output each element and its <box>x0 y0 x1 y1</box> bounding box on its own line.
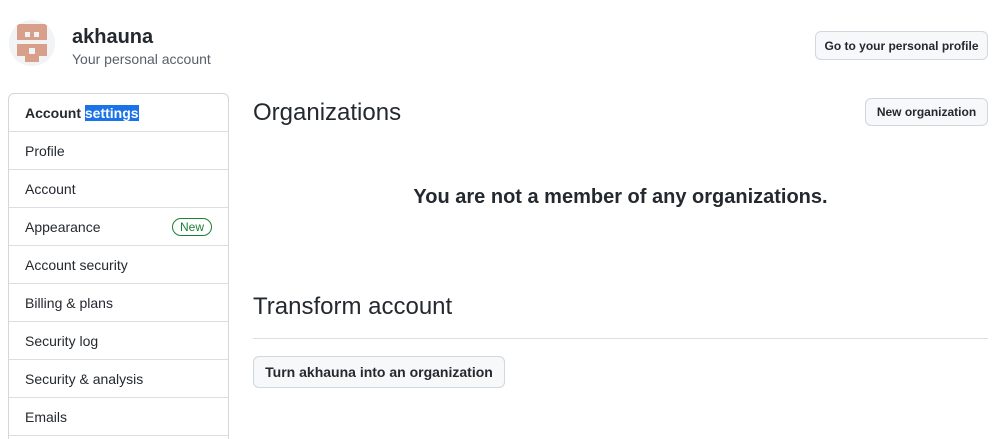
sidebar-item-profile[interactable]: Profile <box>9 132 228 170</box>
transform-account-heading: Transform account <box>253 293 453 320</box>
settings-sidebar: Account settings Profile Account Appeara… <box>8 93 229 439</box>
user-name: akhauna <box>72 26 154 48</box>
sidebar-item-billing-plans[interactable]: Billing & plans <box>9 284 228 322</box>
sidebar-item-label: Emails <box>25 408 68 425</box>
sidebar-item-security-analysis[interactable]: Security & analysis <box>9 360 228 398</box>
sidebar-item-appearance[interactable]: Appearance New <box>9 208 228 246</box>
sidebar-item-label: Account <box>25 180 76 197</box>
turn-into-organization-button[interactable]: Turn akhauna into an organization <box>253 356 505 388</box>
user-subtitle: Your personal account <box>72 51 211 67</box>
sidebar-item-label: Billing & plans <box>25 294 113 311</box>
sidebar-header: Account settings <box>9 94 228 132</box>
avatar[interactable] <box>9 20 55 66</box>
sidebar-item-label: Security & analysis <box>25 370 144 387</box>
new-badge: New <box>171 217 212 236</box>
sidebar-item-account[interactable]: Account <box>9 170 228 208</box>
empty-organizations-message: You are not a member of any organization… <box>413 186 828 208</box>
new-organization-button[interactable]: New organization <box>865 98 988 126</box>
sidebar-header-label: Account <box>25 104 81 121</box>
go-to-profile-button[interactable]: Go to your personal profile <box>815 31 988 60</box>
sidebar-header-selected-text: settings <box>84 104 139 121</box>
identicon-icon <box>9 20 55 66</box>
organizations-heading: Organizations <box>253 99 402 126</box>
sidebar-item-label: Account security <box>25 256 128 273</box>
sidebar-item-label: Appearance <box>25 218 101 235</box>
sidebar-item-account-security[interactable]: Account security <box>9 246 228 284</box>
sidebar-item-label: Profile <box>25 142 65 159</box>
sidebar-item-label: Security log <box>25 332 99 349</box>
sidebar-item-security-log[interactable]: Security log <box>9 322 228 360</box>
sidebar-item-emails[interactable]: Emails <box>9 398 228 436</box>
section-divider <box>253 338 988 339</box>
